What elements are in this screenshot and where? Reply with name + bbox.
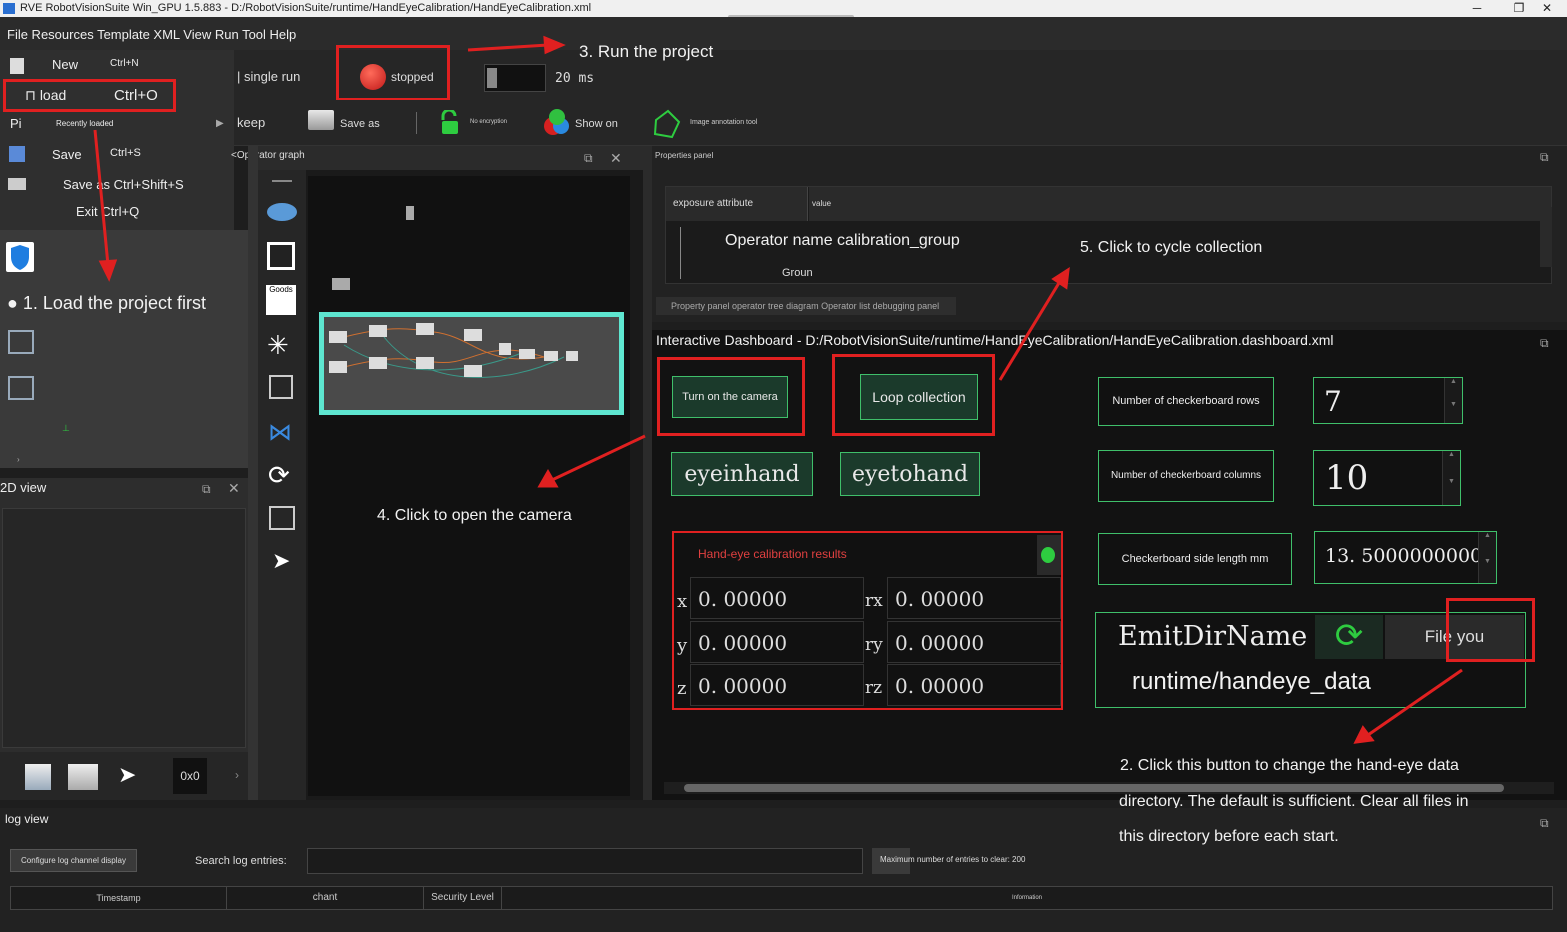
annotation-change-dir-3: this directory before each start. bbox=[1119, 828, 1339, 845]
annotation-arrows bbox=[93, 35, 1463, 744]
